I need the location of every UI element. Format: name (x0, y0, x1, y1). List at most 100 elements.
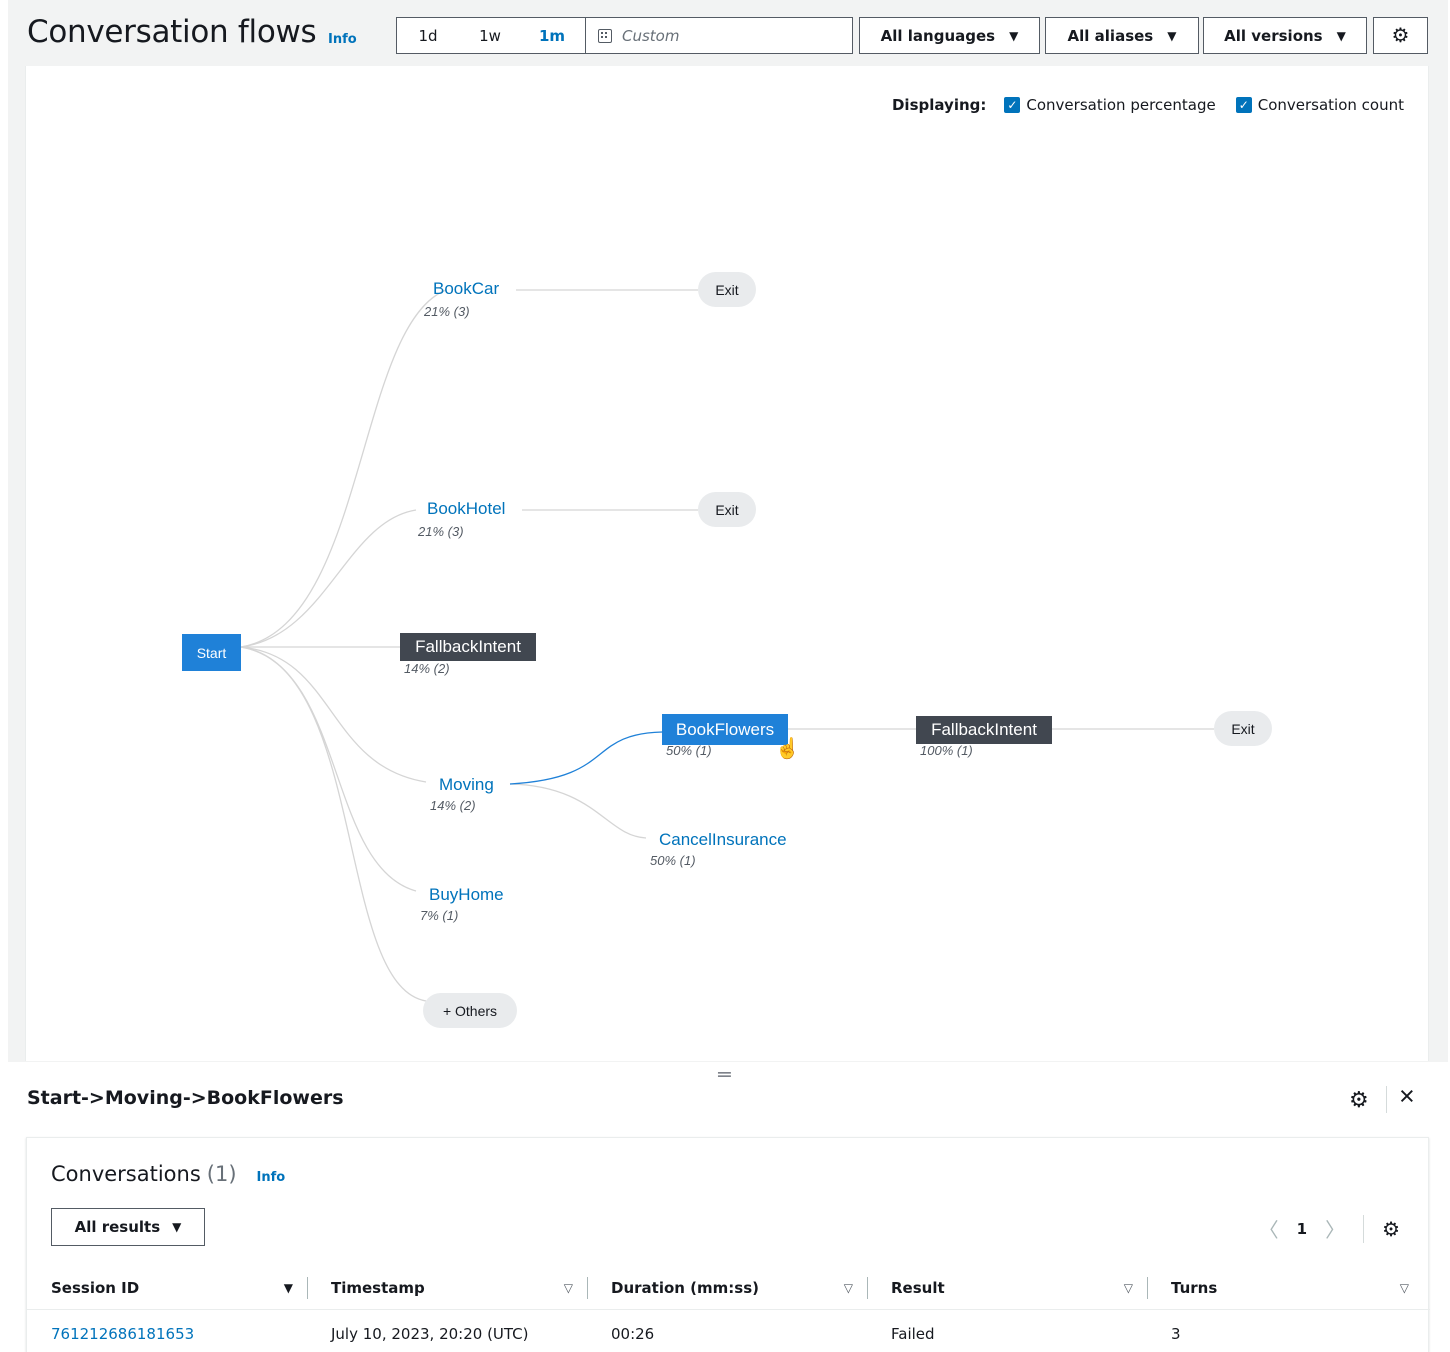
fallback-2-label: FallbackIntent (931, 720, 1037, 739)
column-label: Result (891, 1278, 945, 1297)
path-title: Start->Moving->BookFlowers (27, 1087, 344, 1109)
sort-icon: ▽ (1399, 1280, 1409, 1295)
edge-moving-cancel (509, 783, 647, 839)
close-icon[interactable]: × (1399, 1083, 1415, 1110)
exit-label: Exit (1231, 720, 1255, 737)
versions-label: All versions (1224, 26, 1323, 45)
conversations-title: Conversations (51, 1162, 201, 1186)
languages-label: All languages (880, 26, 996, 45)
table-header: Session ID ▼ Timestamp ▽ Duration (mm:ss… (27, 1265, 1430, 1310)
sort-icon: ▽ (843, 1280, 853, 1295)
time-range-selector: 1d 1w 1m Custom (396, 17, 853, 54)
flow-node-others[interactable]: + Others (423, 993, 517, 1028)
pagination: 〈 1 〉 ⚙ (1259, 1214, 1400, 1243)
column-divider (307, 1277, 308, 1299)
results-filter-dropdown[interactable]: All results ▼ (51, 1208, 205, 1246)
column-duration[interactable]: Duration (mm:ss) ▽ (611, 1265, 853, 1310)
chevron-right-icon[interactable]: 〉 (1325, 1214, 1345, 1243)
range-1w[interactable]: 1w (459, 27, 521, 45)
column-divider (587, 1277, 588, 1299)
gear-icon: ⚙ (1391, 25, 1410, 47)
caret-down-icon: ▼ (1009, 28, 1019, 43)
conversations-card: Conversations (1) Info All results ▼ 〈 1… (26, 1137, 1430, 1352)
range-1m[interactable]: 1m (521, 27, 583, 45)
flow-node-bookflowers[interactable]: BookFlowers (662, 714, 788, 745)
flow-node-exit[interactable]: Exit (1214, 711, 1272, 746)
column-label: Session ID (51, 1278, 140, 1297)
divider (1386, 1086, 1387, 1113)
versions-dropdown[interactable]: All versions ▼ (1203, 17, 1367, 54)
flow-node-bookhotel[interactable]: BookHotel (427, 499, 505, 519)
column-divider (1147, 1277, 1148, 1299)
buyhome-meta: 7% (1) (420, 908, 459, 923)
fallback-label: FallbackIntent (415, 637, 521, 656)
caret-down-icon: ▼ (1336, 28, 1346, 43)
column-turns[interactable]: Turns ▽ (1171, 1265, 1409, 1310)
filter-label: All results (74, 1218, 161, 1236)
turns-cell: 3 (1171, 1324, 1181, 1343)
column-timestamp[interactable]: Timestamp ▽ (331, 1265, 573, 1310)
bookhotel-meta: 21% (3) (418, 524, 464, 539)
fallback-2-meta: 100% (1) (920, 743, 973, 758)
duration-cell: 00:26 (611, 1324, 655, 1343)
gear-icon[interactable]: ⚙ (1382, 1217, 1400, 1241)
languages-dropdown[interactable]: All languages ▼ (859, 17, 1040, 54)
column-label: Turns (1171, 1278, 1218, 1297)
result-cell: Failed (891, 1324, 935, 1343)
column-label: Duration (mm:ss) (611, 1278, 759, 1297)
sort-desc-icon: ▼ (283, 1280, 293, 1295)
flow-node-start[interactable]: Start (182, 634, 241, 671)
column-session-id[interactable]: Session ID ▼ (51, 1265, 293, 1310)
session-id-link[interactable]: 761212686181653 (51, 1311, 194, 1352)
chevron-left-icon[interactable]: 〈 (1259, 1214, 1279, 1243)
flow-node-exit[interactable]: Exit (698, 272, 756, 307)
hand-cursor-icon: ☝ (775, 738, 800, 760)
flow-node-fallbackintent-2[interactable]: FallbackIntent (916, 716, 1052, 744)
edge-start-buyhome (240, 646, 417, 892)
edge-start-bookhotel (240, 509, 417, 648)
aliases-dropdown[interactable]: All aliases ▼ (1045, 17, 1199, 54)
moving-meta: 14% (2) (430, 798, 476, 813)
sort-icon: ▽ (563, 1280, 573, 1295)
edge-start-moving (240, 646, 427, 783)
divider (1363, 1214, 1365, 1243)
flow-node-cancelinsurance[interactable]: CancelInsurance (659, 830, 787, 850)
cancelinsurance-meta: 50% (1) (650, 853, 696, 868)
table-row: 761212686181653 July 10, 2023, 20:20 (UT… (27, 1311, 1430, 1352)
settings-button[interactable]: ⚙ (1373, 17, 1428, 54)
sort-icon: ▽ (1123, 1280, 1133, 1295)
info-link[interactable]: Info (257, 1170, 286, 1185)
conversations-count: (1) (206, 1162, 237, 1186)
start-label: Start (196, 644, 227, 661)
flow-node-bookcar[interactable]: BookCar (433, 279, 499, 299)
custom-range-placeholder: Custom (622, 26, 680, 45)
timestamp-cell: July 10, 2023, 20:20 (UTC) (331, 1324, 529, 1343)
conversations-header: Conversations (1) Info (51, 1162, 285, 1186)
fallback-meta: 14% (2) (404, 661, 450, 676)
column-divider (867, 1277, 868, 1299)
range-1d[interactable]: 1d (397, 27, 459, 45)
edge-start-others (240, 646, 427, 1002)
caret-down-icon: ▼ (172, 1220, 182, 1234)
custom-range-input[interactable]: Custom (586, 27, 679, 45)
aliases-label: All aliases (1067, 26, 1154, 45)
flow-node-fallbackintent[interactable]: FallbackIntent (400, 633, 536, 661)
column-result[interactable]: Result ▽ (891, 1265, 1133, 1310)
flow-node-exit[interactable]: Exit (698, 492, 756, 527)
edge-start-bookcar (240, 289, 447, 648)
flow-node-moving[interactable]: Moving (439, 775, 494, 795)
edge-moving-bookflowers-active (509, 731, 663, 785)
caret-down-icon: ▼ (1167, 28, 1177, 43)
gear-icon[interactable]: ⚙ (1349, 1087, 1369, 1113)
flow-panel: Displaying: ✓ Conversation percentage ✓ … (25, 66, 1429, 1061)
page-number[interactable]: 1 (1297, 1220, 1307, 1238)
exit-label: Exit (715, 501, 739, 518)
calendar-icon (598, 28, 612, 43)
column-label: Timestamp (331, 1278, 425, 1297)
info-link[interactable]: Info (328, 32, 357, 47)
resize-handle[interactable]: ═ (718, 1064, 731, 1085)
flow-node-buyhome[interactable]: BuyHome (429, 885, 504, 905)
page-title: Conversation flows (27, 14, 317, 50)
others-label: + Others (442, 1002, 498, 1019)
exit-label: Exit (715, 281, 739, 298)
